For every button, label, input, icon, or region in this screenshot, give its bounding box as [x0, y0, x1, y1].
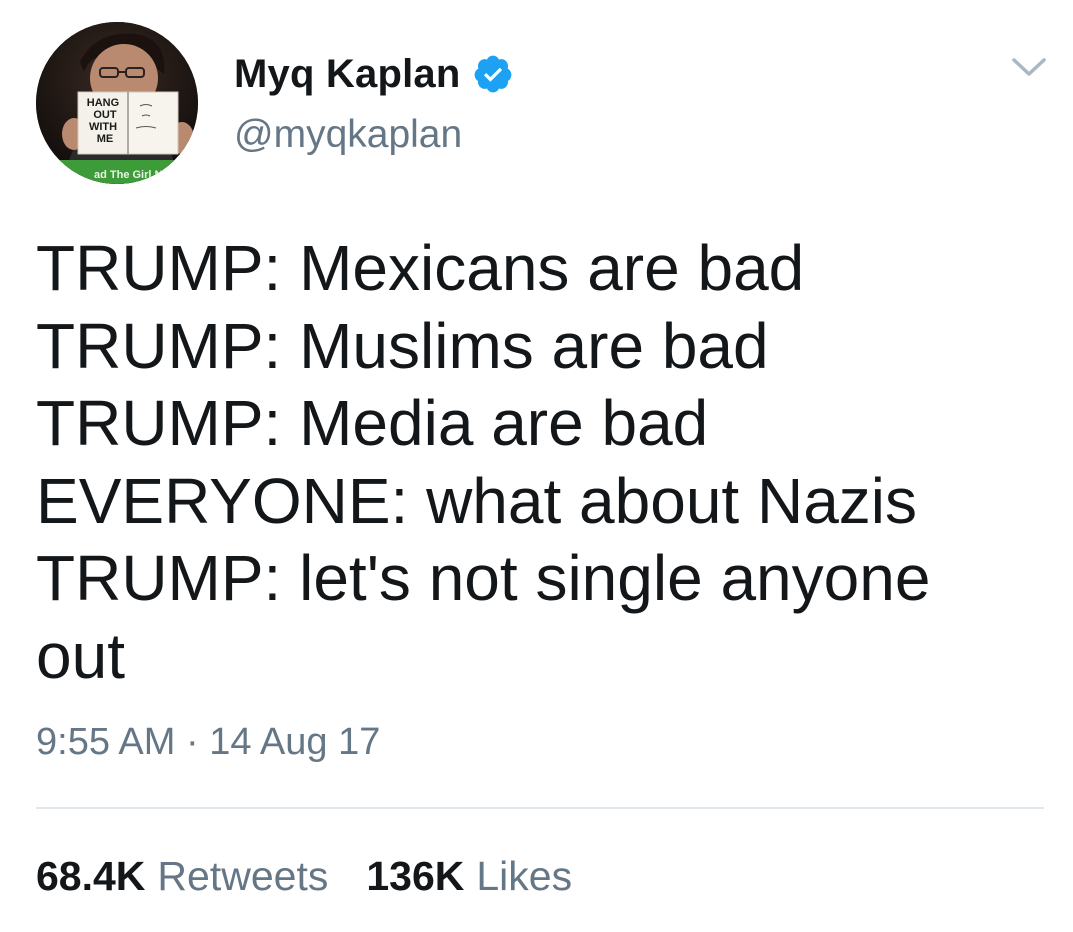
- chevron-down-icon[interactable]: [1009, 52, 1049, 82]
- tweet-text: TRUMP: Mexicans are bad TRUMP: Muslims a…: [36, 230, 1036, 695]
- retweets-label: Retweets: [157, 853, 329, 899]
- retweets-count: 68.4K: [36, 853, 146, 899]
- likes-label: Likes: [476, 853, 573, 899]
- tweet-line: out: [36, 619, 125, 692]
- author-display-name-row[interactable]: Myq Kaplan: [234, 50, 514, 98]
- avatar-sign-line-3: WITH: [89, 121, 117, 133]
- avatar[interactable]: HANG OUT WITH ME ad The Girl N: [36, 22, 198, 184]
- tweet-line: TRUMP: let's not single anyone: [36, 542, 931, 614]
- tweet-line: TRUMP: Mexicans are bad: [36, 232, 805, 304]
- tweet-line: TRUMP: Media are bad: [36, 387, 709, 459]
- tweet-line: EVERYONE: what about Nazis: [36, 464, 917, 537]
- avatar-banner-text: ad The Girl N: [94, 169, 163, 181]
- avatar-sign-line-2: OUT: [93, 109, 117, 121]
- avatar-sign-line-1: HANG: [87, 97, 119, 109]
- tweet-stats: 68.4K Retweets 136K Likes: [36, 850, 572, 902]
- avatar-sign-line-4: ME: [97, 133, 114, 145]
- retweets-stat[interactable]: 68.4K Retweets: [36, 850, 328, 902]
- avatar-photo: HANG OUT WITH ME ad The Girl N: [36, 22, 198, 184]
- verified-badge-icon: [472, 53, 514, 95]
- divider: [36, 807, 1044, 809]
- likes-count: 136K: [366, 853, 465, 899]
- author-display-name[interactable]: Myq Kaplan: [234, 50, 460, 98]
- tweet-line: TRUMP: Muslims are bad: [36, 309, 769, 382]
- tweet-timestamp[interactable]: 9:55 AM · 14 Aug 17: [36, 718, 380, 766]
- author-handle[interactable]: @myqkaplan: [234, 112, 462, 158]
- likes-stat[interactable]: 136K Likes: [366, 850, 572, 902]
